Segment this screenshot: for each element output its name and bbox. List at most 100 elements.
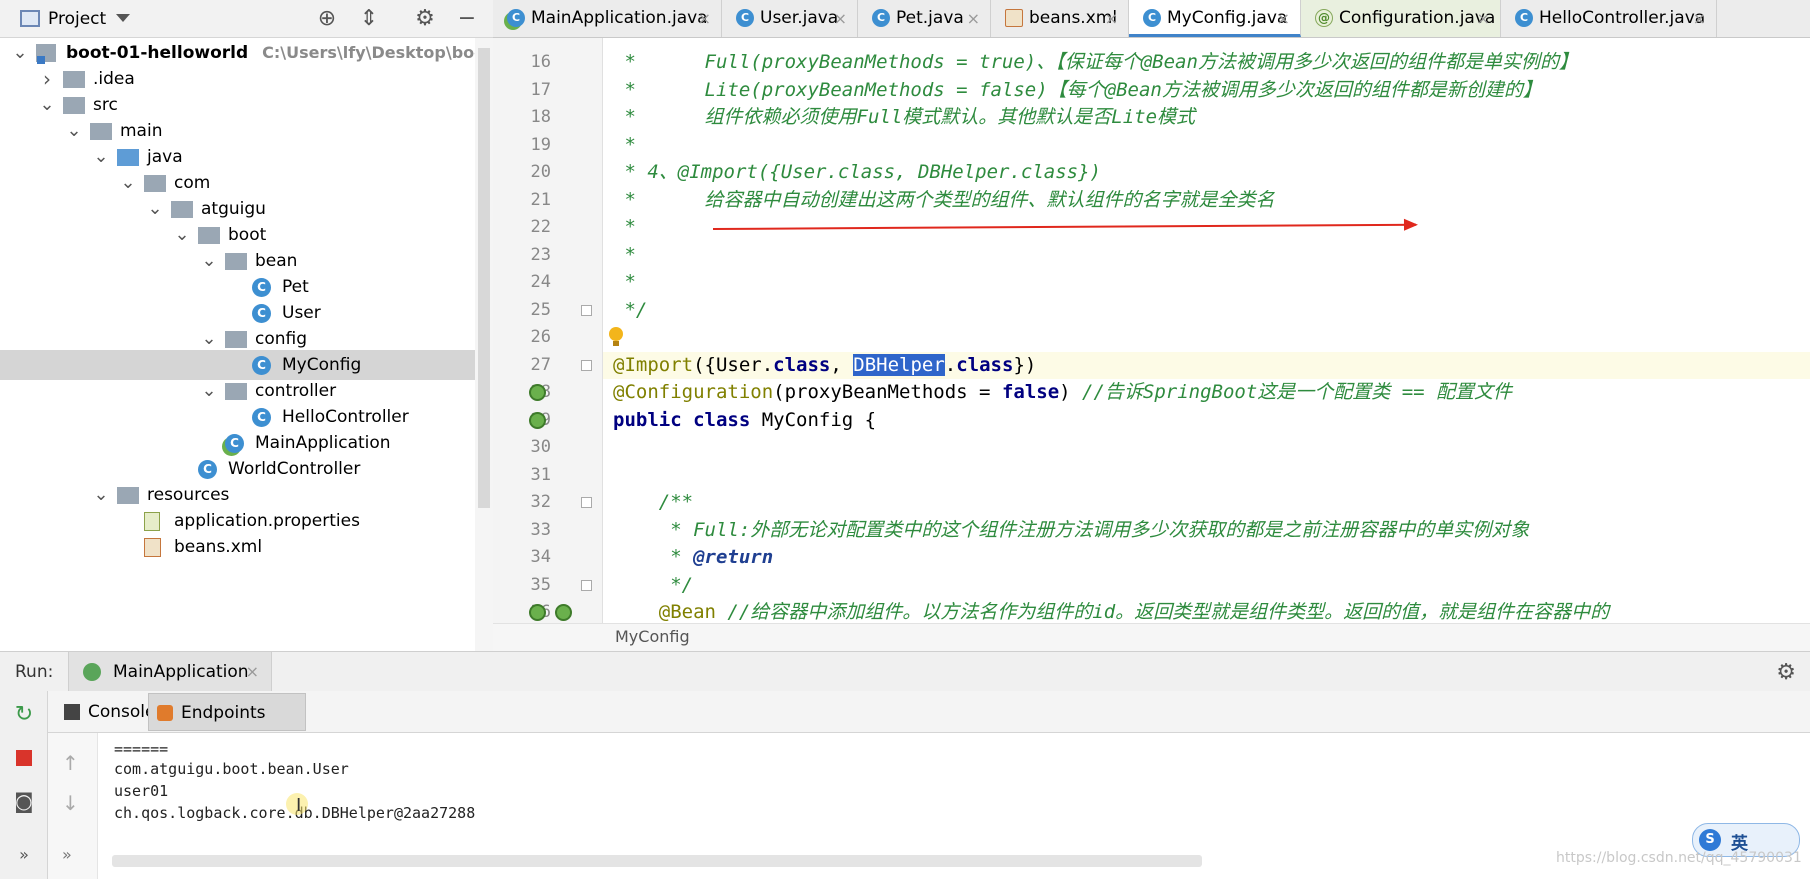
fold-marker-icon[interactable] [581,304,592,316]
code-line[interactable]: * @return [613,544,773,571]
tree-item-label: beans.xml [174,537,263,557]
project-panel-title[interactable]: Project [48,9,106,29]
code-line[interactable]: @Configuration(proxyBeanMethods = false)… [613,379,1512,406]
more-icon[interactable]: » [12,843,36,867]
tree-item-beans-xml[interactable]: beans.xml [0,532,475,562]
tab-label: MyConfig.java [1167,8,1288,28]
fold-marker-icon[interactable] [581,579,592,591]
code-token: ({User. [693,353,774,376]
settings-gear-icon[interactable]: ⚙ [412,7,438,31]
project-view-dropdown-icon[interactable] [116,14,130,22]
code-line[interactable]: * Lite(proxyBeanMethods = false)【每个@Bean… [613,77,1542,104]
code-line[interactable]: * 4、@Import({User.class, DBHelper.class}… [613,159,1101,186]
code-line[interactable]: * [613,269,635,296]
line-number: 30 [530,437,551,457]
tab-mainapplication-java[interactable]: C MainApplication.java × [493,0,722,37]
text-cursor-icon: I [296,795,302,816]
code-line[interactable]: * 组件依赖必须使用Full模式默认。其他默认是否Lite模式 [613,104,1195,131]
tab-hellocontroller-java[interactable]: C HelloController.java × [1501,0,1717,37]
tab-label: HelloController.java [1539,8,1706,28]
tab-beans-xml[interactable]: beans.xml × [991,0,1129,37]
code-line[interactable]: @Import({User.class, DBHelper.class}) [603,351,1810,379]
scroll-up-icon[interactable]: ↑ [62,751,79,775]
tab-label: User.java [760,8,839,28]
code-line[interactable]: /** [613,489,693,516]
scroll-down-icon[interactable]: ↓ [62,791,79,815]
project-panel-header: Project ⊕ ⇕ ⚙ − [0,0,493,38]
run-tab-label: MainApplication [113,662,249,682]
tab-console-label: Console [88,702,156,722]
hide-panel-icon[interactable]: − [454,7,480,31]
code-token: @Configuration [613,381,774,403]
spring-bean-gutter-icon[interactable] [529,604,546,621]
line-number: 22 [530,217,551,237]
tab-configuration-java[interactable]: @ Configuration.java × [1301,0,1501,37]
close-icon[interactable]: × [1277,0,1290,34]
close-icon[interactable]: × [1693,0,1706,37]
tab-label: Configuration.java [1339,8,1496,28]
spring-boot-run-icon [83,663,101,681]
code-token: * [613,243,636,266]
fold-marker-icon[interactable] [581,497,592,508]
tab-user-java[interactable]: C User.java × [722,0,858,37]
code-line[interactable]: * [613,132,635,159]
code-line[interactable]: public class MyConfig { [613,407,876,434]
console-horizontal-scrollbar[interactable] [112,855,1202,867]
collapse-all-icon[interactable]: ⇕ [356,7,382,31]
more-icon[interactable]: » [62,845,72,864]
code-line[interactable]: */ [613,572,693,599]
code-token: * [613,216,636,238]
code-line[interactable]: * Full(proxyBeanMethods = true)、【保证每个@Be… [613,49,1578,76]
camera-icon[interactable]: ◙ [12,789,36,813]
folder-icon [63,71,85,88]
close-icon[interactable]: × [1477,0,1490,37]
close-icon[interactable]: × [246,662,259,681]
code-line[interactable]: @Bean //给容器中添加组件。以方法名作为组件的id。返回类型就是组件类型。… [613,599,1609,626]
code-line[interactable]: */ [613,297,647,324]
close-icon[interactable]: × [967,0,980,37]
tab-pet-java[interactable]: C Pet.java × [858,0,991,37]
code-line[interactable]: * [613,242,636,269]
close-icon[interactable]: × [698,0,711,37]
code-token: r [933,353,945,376]
spring-bean-gutter-icon[interactable] [529,411,546,429]
code-line[interactable]: * Full:外部无论对配置类中的这个组件注册方法调用多少次获取的都是之前注册容… [613,517,1529,544]
console-nav: ↑ ↓ » [48,733,98,879]
fold-marker-icon[interactable] [581,359,592,371]
console-icon [64,704,80,720]
xml-file-icon [144,538,161,557]
code-token: * Lite(proxyBeanMethods = false)【每个@Bean… [613,78,1542,101]
tab-myconfig-java[interactable]: C MyConfig.java × [1129,0,1301,37]
class-icon: C [198,460,217,479]
code-token: @return [693,546,774,568]
run-config-tab[interactable]: MainApplication × [68,652,272,691]
code-token: //告诉SpringBoot这是一个配置类 == 配置文件 [1082,381,1513,403]
code-token: }) [1013,353,1037,376]
line-number: 34 [530,547,551,567]
code-token: /** [613,491,694,513]
code-token: ) [1059,381,1083,403]
spring-bean-gutter-icon[interactable] [555,604,572,621]
lightbulb-icon[interactable] [609,327,623,346]
tab-endpoints[interactable]: Endpoints [148,693,306,731]
rerun-icon[interactable]: ↻ [12,703,36,727]
code-token: * 组件依赖必须使用Full模式默认。其他默认是否Lite模式 [613,106,1196,128]
editor-breadcrumb[interactable]: MyConfig [493,623,1810,651]
code-line[interactable]: * 给容器中自动创建出这两个类型的组件、默认组件的名字就是全类名 [613,187,1274,214]
close-icon[interactable]: × [1105,0,1118,37]
line-number: 24 [530,272,551,292]
code-editor[interactable]: 1617181920212223242526272829303132333435… [493,38,1810,626]
spring-bean-gutter-icon[interactable] [529,384,546,401]
locate-file-icon[interactable]: ⊕ [314,7,340,31]
spring-class-icon: C [507,9,525,27]
code-line[interactable]: * [613,214,636,241]
breadcrumb-class[interactable]: MyConfig [615,627,690,646]
stop-icon[interactable] [12,746,36,770]
run-settings-gear-icon[interactable]: ⚙ [1776,660,1796,685]
tree-scrollbar[interactable] [475,38,493,651]
run-panel-header: Run: MainApplication × ⚙ [0,651,1810,691]
tab-label: MainApplication.java [531,8,708,28]
close-icon[interactable]: × [834,0,847,37]
class-icon: C [252,408,271,427]
tab-label: Pet.java [896,8,964,28]
